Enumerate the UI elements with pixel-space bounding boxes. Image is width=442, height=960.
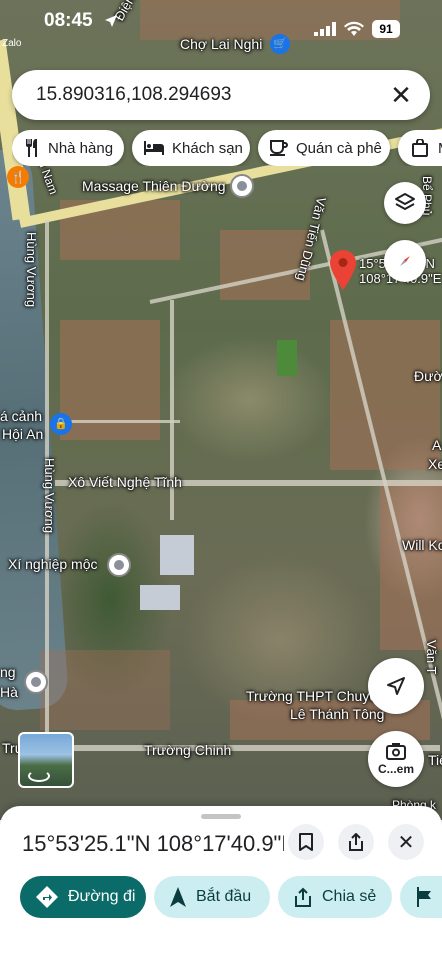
camera-icon	[386, 743, 406, 760]
back-to-app-label[interactable]: Zalo	[2, 38, 21, 49]
buildings-block	[330, 320, 440, 470]
chip-label: M	[438, 140, 442, 157]
fork-knife-icon	[24, 138, 40, 158]
poi-marker[interactable]	[107, 553, 131, 577]
share-action-button[interactable]: Chia sẻ	[278, 876, 392, 918]
search-query[interactable]: 15.890316,108.294693	[36, 84, 231, 106]
coffee-cup-icon	[270, 138, 288, 158]
map-label-street: Văn T	[424, 640, 439, 675]
map-label-place: ng	[0, 664, 16, 680]
action-label: Đường đi	[68, 888, 136, 905]
map-label-street: Đườ	[414, 368, 442, 384]
category-chips: Nhà hàng Khách sạn Quán cà phê M	[12, 130, 442, 166]
action-label: Bắt đầu	[196, 888, 252, 905]
chip-label: Nhà hàng	[48, 139, 114, 157]
action-label: Chia sẻ	[322, 888, 377, 905]
buildings-block	[40, 650, 170, 730]
street-view-thumbnail[interactable]	[18, 732, 74, 788]
share-icon	[294, 887, 312, 907]
compass-button[interactable]	[384, 240, 426, 282]
chip-coffee[interactable]: Quán cà phê	[258, 130, 390, 166]
chip-shopping[interactable]: M	[398, 130, 442, 166]
shopping-bag-icon	[410, 138, 430, 158]
chip-label: Quán cà phê	[296, 139, 382, 157]
bookmark-icon	[299, 833, 313, 851]
map-label-massage: Massage Thiên Đường	[82, 178, 226, 194]
close-icon: ✕	[397, 831, 415, 854]
wifi-icon	[344, 21, 364, 36]
camera-search-button[interactable]: C...em	[368, 731, 424, 787]
restaurant-icon[interactable]: 🍴	[7, 166, 29, 188]
share-icon	[349, 833, 363, 851]
map-label-street: Hùng Vương	[24, 232, 39, 308]
status-time: 08:45	[44, 10, 93, 31]
field	[277, 340, 297, 376]
poi-marker[interactable]	[230, 174, 254, 198]
search-bar[interactable]: 15.890316,108.294693 ✕	[12, 70, 430, 120]
close-icon[interactable]: ✕	[386, 80, 416, 110]
lock-icon[interactable]: 🔒	[50, 413, 72, 435]
chip-restaurants[interactable]: Nhà hàng	[12, 130, 124, 166]
start-button[interactable]: Bắt đầu	[154, 876, 270, 918]
flag-button[interactable]	[400, 876, 442, 918]
map-label-place: Will Ko	[402, 537, 442, 553]
road	[60, 420, 180, 423]
directions-icon	[36, 886, 58, 908]
dropped-pin-icon[interactable]	[330, 250, 356, 290]
map-label-school: Lê Thánh Tông	[290, 706, 385, 722]
share-button[interactable]	[338, 824, 374, 860]
layers-button[interactable]	[384, 182, 426, 224]
map-label-place: Xe	[428, 456, 442, 472]
navigation-arrow-icon	[387, 677, 405, 695]
status-bar: 08:45 Zalo 91	[0, 0, 442, 49]
map-label-place: á cảnh	[0, 408, 43, 424]
place-title: 15°53'25.1"N 108°17'40.9"E	[22, 831, 284, 856]
flag-icon	[416, 887, 432, 907]
action-buttons: Đường đi Bắt đầu Chia sẻ	[0, 876, 442, 920]
map-label-place: Tiế	[428, 752, 442, 768]
map-label-place: A	[432, 437, 442, 453]
layers-icon	[395, 193, 415, 210]
bed-icon	[144, 138, 164, 158]
map-label-school: Trường THPT Chuyê	[246, 688, 378, 704]
camera-label: C...em	[377, 762, 414, 776]
chip-hotels[interactable]: Khách sạn	[132, 130, 250, 166]
warehouse-roof	[160, 535, 194, 575]
my-location-button[interactable]	[368, 658, 424, 714]
map-label-place: Hội An	[2, 426, 44, 442]
map-label-street: Hùng Vương	[42, 458, 57, 534]
close-sheet-button[interactable]: ✕	[388, 824, 424, 860]
place-bottom-sheet[interactable]: 15°53'25.1"N 108°17'40.9"E ✕ Đường đi Bắ…	[0, 806, 442, 960]
navigation-arrow-icon	[170, 887, 186, 907]
warehouse-roof	[140, 585, 180, 610]
chip-label: Khách sạn	[172, 139, 243, 157]
map-label-street: Xô Viết Nghệ Tĩnh	[68, 474, 182, 490]
map-label-place: Xí nghiệp mộc	[8, 556, 98, 572]
battery-indicator: 91	[372, 20, 400, 38]
rotate-360-icon	[28, 770, 50, 782]
save-button[interactable]	[288, 824, 324, 860]
directions-button[interactable]: Đường đi	[20, 876, 146, 918]
compass-icon	[400, 256, 410, 266]
map-label-place: Hà	[0, 684, 18, 700]
signal-icon	[314, 22, 336, 36]
drag-handle[interactable]	[201, 814, 241, 819]
location-arrow-icon	[105, 15, 117, 27]
map-label-street: Trường Chinh	[144, 742, 232, 758]
poi-marker[interactable]	[24, 670, 48, 694]
